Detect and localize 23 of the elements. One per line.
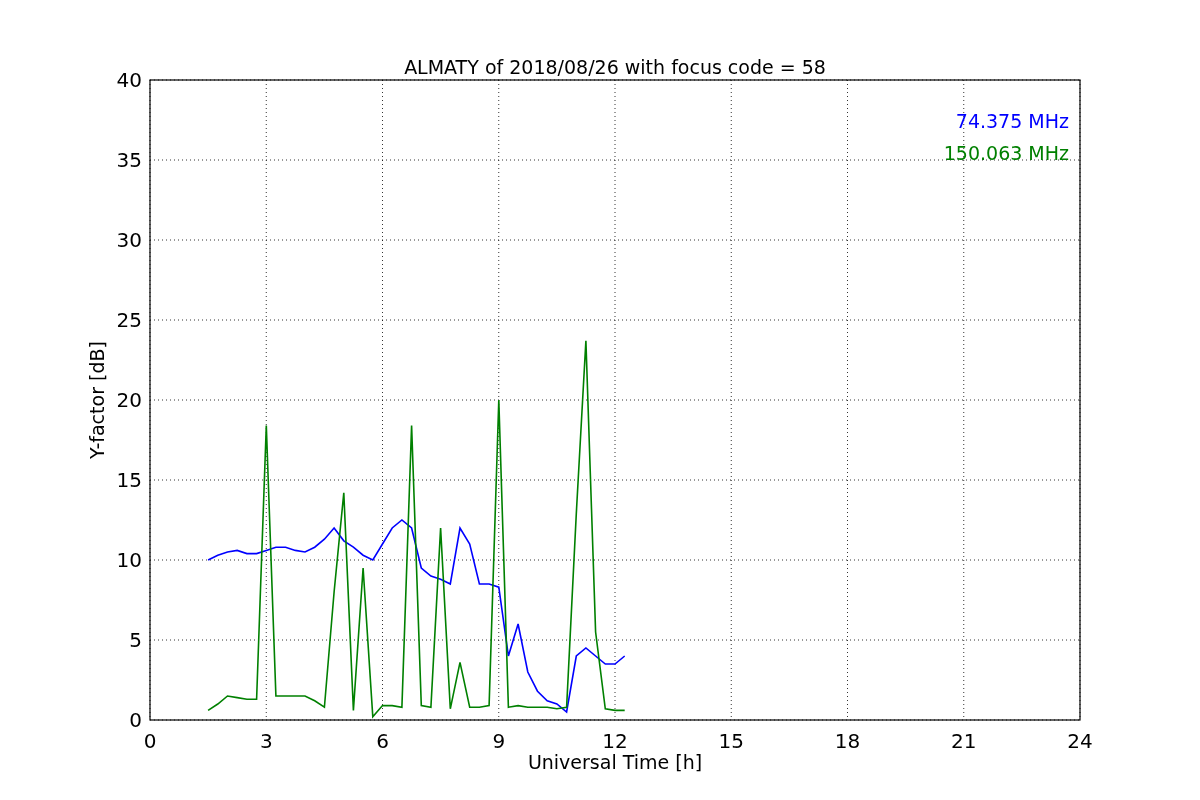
x-axis-title: Universal Time [h] bbox=[527, 751, 703, 773]
y-tick-label: 40 bbox=[116, 68, 142, 92]
x-tick-label: 15 bbox=[718, 729, 744, 753]
x-tick-label: 21 bbox=[951, 729, 977, 753]
x-tick-label: 12 bbox=[602, 729, 628, 753]
x-tick-label: 3 bbox=[259, 729, 273, 753]
y-tick-label: 15 bbox=[116, 468, 142, 492]
x-tick-label: 24 bbox=[1067, 729, 1093, 753]
y-tick-label: 25 bbox=[116, 308, 142, 332]
y-tick-label: 35 bbox=[116, 148, 142, 172]
x-tick-label: 18 bbox=[834, 729, 861, 753]
legend-label: 150.063 MHz bbox=[943, 142, 1069, 164]
x-tick-label: 6 bbox=[376, 729, 389, 753]
y-tick-label: 30 bbox=[116, 228, 142, 252]
chart-title: ALMATY of 2018/08/26 with focus code = 58 bbox=[404, 56, 826, 78]
legend-label: 74.375 MHz bbox=[955, 110, 1069, 132]
y-axis-title: Y-factor [dB] bbox=[86, 341, 108, 459]
y-tick-label: 20 bbox=[116, 388, 142, 412]
x-tick-label: 9 bbox=[492, 729, 506, 753]
y-tick-label: 10 bbox=[116, 548, 142, 572]
x-tick-label: 0 bbox=[143, 729, 157, 753]
y-tick-label: 0 bbox=[129, 708, 142, 732]
y-tick-label: 5 bbox=[129, 628, 142, 652]
